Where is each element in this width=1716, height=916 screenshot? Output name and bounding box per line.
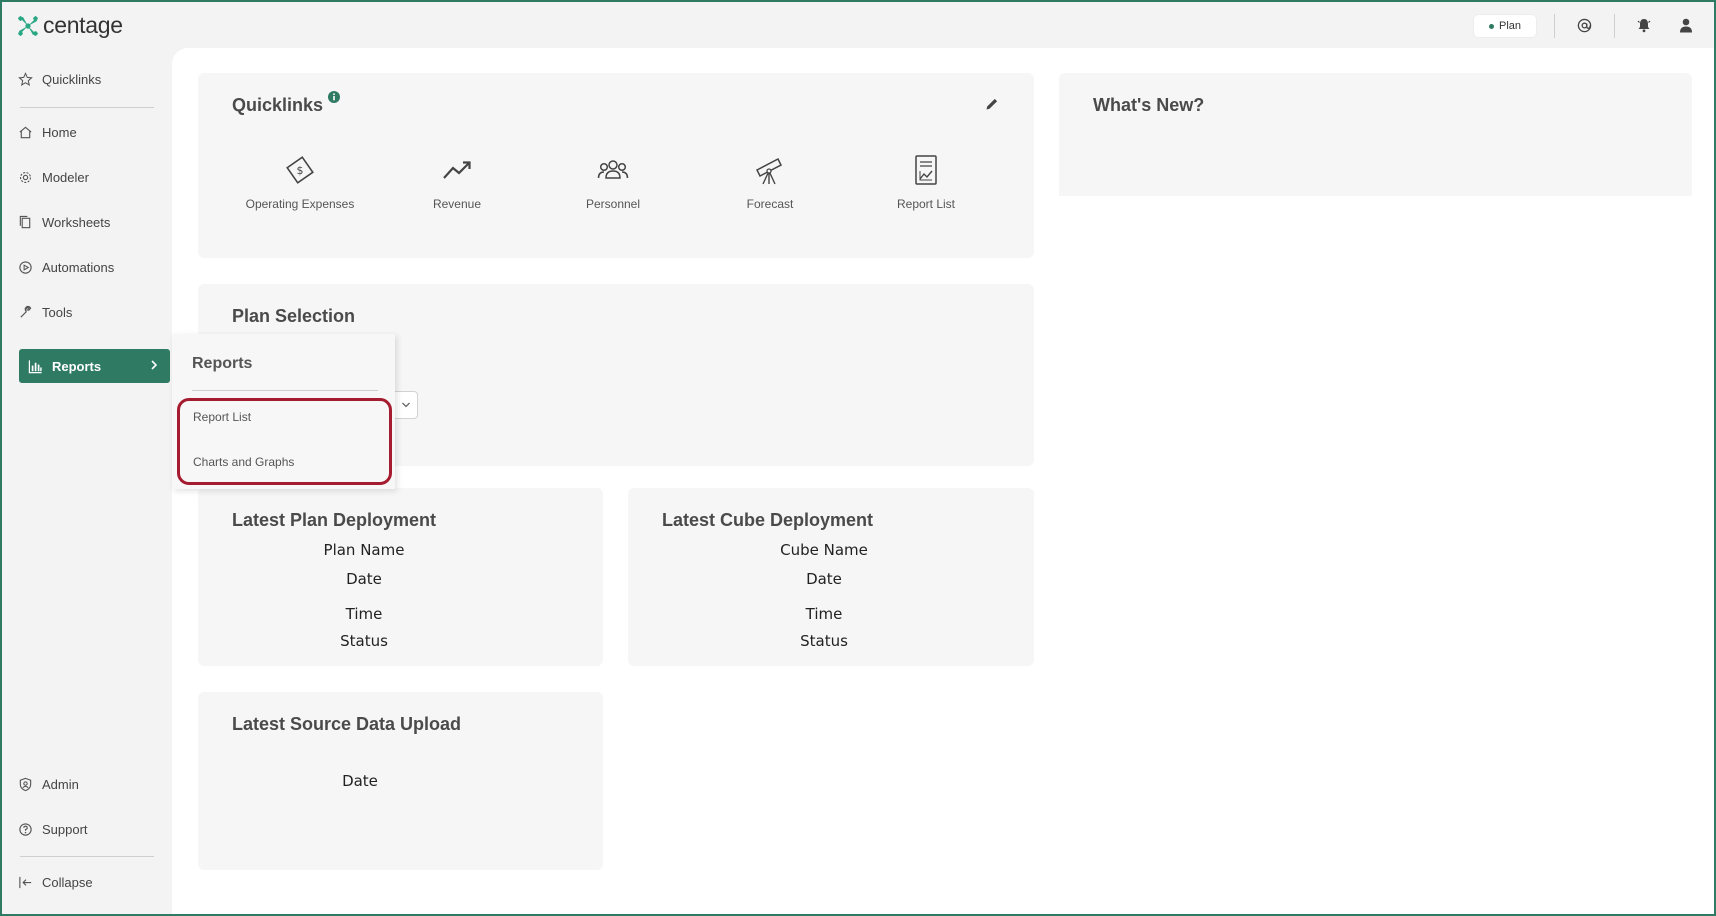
collapse-label: Collapse [42, 874, 93, 890]
quicklinks-card: Quicklinks $ Operating Expenses Revenue … [198, 73, 1034, 258]
plan-label: Plan [1498, 20, 1522, 32]
wrench-icon [20, 305, 32, 318]
svg-text:$: $ [297, 164, 304, 177]
whats-new-title: What's New? [1093, 95, 1205, 115]
sidebar-item-label: Reports [52, 358, 102, 374]
plan-status-label: Status [340, 632, 388, 650]
chevron-down-icon [402, 402, 410, 408]
sidebar-item-label: Support [42, 821, 88, 837]
sidebar-item-label: Modeler [42, 169, 89, 185]
sidebar-item-worksheets[interactable]: Worksheets [18, 209, 110, 235]
user-icon[interactable] [1676, 15, 1696, 35]
trend-up-icon [443, 161, 471, 179]
quicklink-label: Forecast [746, 197, 794, 211]
sidebar-item-label: Automations [42, 259, 115, 275]
sidebar-item-automations[interactable]: Automations [18, 254, 114, 280]
quicklinks-title: Quicklinks [232, 95, 324, 115]
sidebar-divider [20, 107, 154, 108]
gear-icon [19, 171, 32, 183]
cube-time-label: Time [805, 605, 843, 623]
quicklink-revenue[interactable]: Revenue [392, 153, 522, 211]
sidebar-item-reports[interactable]: Reports [19, 349, 170, 383]
sidebar-divider [20, 856, 154, 857]
at-icon[interactable] [1574, 15, 1594, 35]
quicklink-label: Report List [896, 197, 956, 211]
cube-deployment-title: Latest Cube Deployment [662, 510, 874, 530]
sidebar-item-label: Worksheets [42, 214, 111, 230]
sidebar-item-tools[interactable]: Tools [18, 299, 72, 325]
logo[interactable]: centage [17, 12, 123, 39]
source-date-label: Date [342, 772, 378, 790]
sidebar-item-label: Home [42, 124, 77, 140]
chevron-right-icon [151, 360, 158, 370]
sidebar-item-support[interactable]: Support [18, 816, 88, 842]
collapse-icon [19, 876, 32, 888]
people-icon [597, 160, 629, 179]
collapse-button[interactable]: Collapse [18, 869, 93, 895]
brand-name: centage [43, 12, 123, 38]
admin-icon [19, 777, 32, 791]
info-icon[interactable] [328, 91, 340, 103]
copy-icon [19, 215, 31, 228]
sidebar-item-modeler[interactable]: Modeler [18, 164, 89, 190]
telescope-icon [756, 157, 782, 185]
report-icon [915, 155, 937, 185]
quicklink-operating-expenses[interactable]: $ Operating Expenses [235, 153, 365, 211]
edit-pencil-icon[interactable] [984, 96, 1000, 112]
top-bar: centage Plan [0, 0, 1716, 50]
play-circle-icon [19, 260, 32, 274]
source-upload-title: Latest Source Data Upload [232, 714, 462, 734]
sidebar-item-home[interactable]: Home [18, 119, 77, 145]
plan-selection-title: Plan Selection [232, 306, 356, 326]
sidebar-item-label: Quicklinks [42, 71, 102, 87]
quicklink-personnel[interactable]: Personnel [548, 153, 678, 211]
plan-date-label: Date [346, 570, 382, 588]
sidebar-item-label: Admin [42, 776, 79, 792]
centage-logo-icon [18, 15, 38, 36]
quicklink-report-list[interactable]: Report List [861, 153, 991, 211]
plan-deployment-card: Latest Plan Deployment Plan Name Date Ti… [198, 488, 603, 666]
plan-status-dot [1488, 23, 1494, 29]
sidebar-item-admin[interactable]: Admin [18, 771, 79, 797]
home-icon [19, 126, 32, 138]
plan-selector-pill[interactable]: Plan [1474, 15, 1536, 37]
plan-time-label: Time [345, 605, 383, 623]
sidebar-item-quicklinks[interactable]: Quicklinks [18, 66, 101, 92]
quicklink-label: Revenue [432, 197, 482, 211]
topbar-divider [1554, 14, 1555, 38]
star-icon [18, 71, 33, 86]
sidebar: Quicklinks Home Modeler Worksheets Autom… [2, 50, 172, 914]
main-content: Quicklinks $ Operating Expenses Revenue … [172, 48, 1714, 914]
plan-deployment-title: Latest Plan Deployment [232, 510, 437, 530]
cube-status-label: Status [800, 632, 848, 650]
cube-date-label: Date [806, 570, 842, 588]
quicklink-label: Operating Expenses [245, 197, 355, 211]
source-upload-card: Latest Source Data Upload Date [198, 692, 603, 870]
cube-name-label: Cube Name [780, 541, 868, 559]
plan-name-label: Plan Name [323, 541, 405, 559]
topbar-divider [1614, 14, 1615, 38]
highlight-outline [177, 398, 392, 485]
quicklink-forecast[interactable]: Forecast [705, 153, 835, 211]
cube-deployment-card: Latest Cube Deployment Cube Name Date Ti… [628, 488, 1034, 666]
bar-chart-icon [28, 359, 42, 373]
flyout-divider [192, 390, 378, 391]
quicklink-label: Personnel [585, 197, 641, 211]
bell-icon[interactable] [1634, 15, 1654, 35]
flyout-title: Reports [192, 355, 253, 372]
help-circle-icon [19, 822, 32, 836]
whats-new-card: What's New? [1059, 73, 1692, 196]
sidebar-item-label: Tools [42, 304, 73, 320]
money-icon: $ [286, 156, 314, 184]
